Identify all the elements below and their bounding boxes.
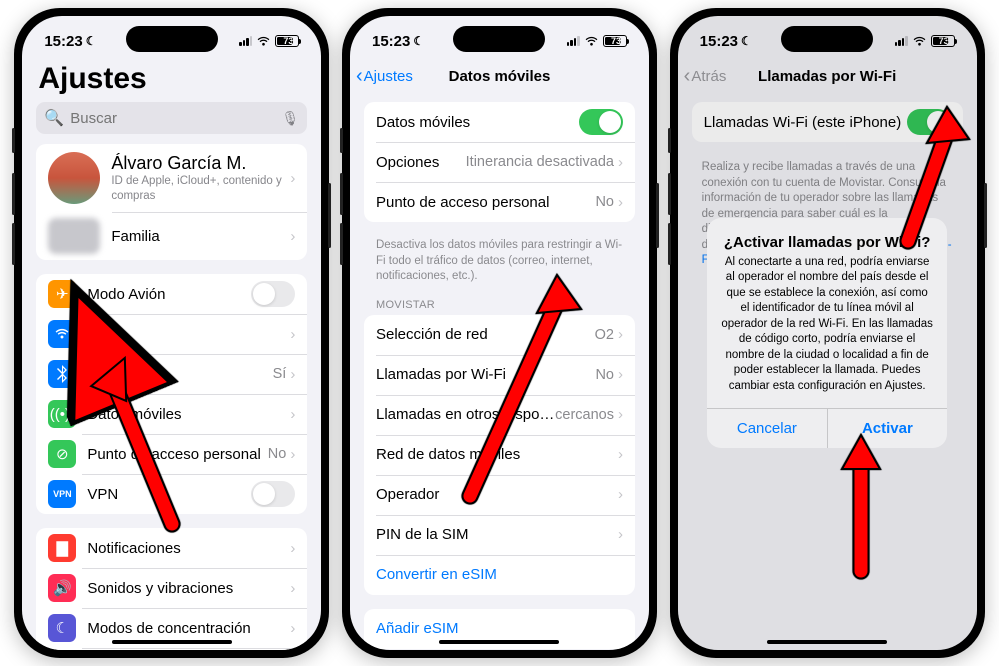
chevron-right-icon: › — [618, 486, 623, 503]
avatar — [48, 152, 100, 204]
profile-sub: ID de Apple, iCloud+, contenido y compra… — [111, 174, 290, 203]
sounds-cell[interactable]: 🔊 Sonidos y vibraciones › — [36, 568, 307, 608]
mobile-data-toggle[interactable] — [579, 109, 623, 135]
battery-icon: 73 — [275, 35, 299, 47]
chevron-right-icon: › — [290, 228, 295, 245]
home-indicator[interactable] — [112, 640, 232, 644]
search-icon: 🔍 — [44, 108, 64, 128]
wifi-icon — [256, 36, 271, 47]
bluetooth-cell[interactable]: Bluetooth Sí › — [36, 354, 307, 394]
cellular-signal-icon — [567, 36, 580, 46]
mobile-data-cell[interactable]: ((•)) Datos móviles › — [36, 394, 307, 434]
airplane-mode-cell[interactable]: ✈ Modo Avión — [36, 274, 307, 314]
convert-esim-cell[interactable]: Convertir en eSIM — [364, 555, 635, 595]
airplane-icon: ✈ — [48, 280, 76, 308]
phone-2: 15:23☾ 73 ‹Ajustes Datos móviles Datos m… — [342, 8, 657, 658]
confirm-alert: ¿Activar llamadas por Wi-Fi? Al conectar… — [707, 218, 947, 449]
chevron-right-icon: › — [290, 170, 295, 187]
airplane-toggle[interactable] — [251, 281, 295, 307]
chevron-right-icon: › — [290, 406, 295, 423]
home-indicator[interactable] — [439, 640, 559, 644]
mobile-data-switch-cell[interactable]: Datos móviles — [364, 102, 635, 142]
chevron-right-icon: › — [618, 366, 623, 383]
bell-icon: ▇ — [48, 534, 76, 562]
chevron-right-icon: › — [618, 194, 623, 211]
chevron-left-icon: ‹ — [356, 65, 363, 88]
family-cell[interactable]: Familia › — [36, 212, 307, 260]
data-network-cell[interactable]: Red de datos móviles› — [364, 435, 635, 475]
search-input[interactable] — [70, 110, 281, 127]
chevron-right-icon: › — [290, 620, 295, 637]
antenna-icon: ((•)) — [48, 400, 76, 428]
status-time: 15:23 — [44, 33, 82, 50]
cellular-signal-icon — [239, 36, 252, 46]
chevron-right-icon: › — [290, 326, 295, 343]
section-header-movistar: MOVISTAR — [350, 293, 649, 315]
chevron-right-icon: › — [618, 326, 623, 343]
chevron-right-icon: › — [618, 154, 623, 171]
dnd-moon-icon: ☾ — [86, 34, 97, 48]
back-button[interactable]: ‹Ajustes — [356, 65, 413, 88]
alert-activate-button[interactable]: Activar — [827, 409, 948, 448]
nav-title: Datos móviles — [449, 68, 551, 85]
notifications-cell[interactable]: ▇ Notificaciones › — [36, 528, 307, 568]
page-title: Ajustes — [22, 58, 321, 102]
search-field[interactable]: 🔍 🎙 — [36, 102, 307, 134]
dynamic-island — [453, 26, 545, 52]
mic-icon[interactable]: 🎙 — [282, 110, 300, 127]
screentime-cell[interactable]: ⏳ Tiempo de uso › — [36, 648, 307, 650]
chevron-right-icon: › — [290, 540, 295, 557]
calls-other-devices-cell[interactable]: Llamadas en otros dispositivos cercanos› — [364, 395, 635, 435]
wifi-icon — [584, 36, 599, 47]
vpn-toggle[interactable] — [251, 481, 295, 507]
family-avatars — [48, 218, 100, 254]
chevron-right-icon: › — [618, 406, 623, 423]
apple-id-cell[interactable]: Álvaro García M. ID de Apple, iCloud+, c… — [36, 144, 307, 212]
profile-name: Álvaro García M. — [111, 153, 290, 174]
chevron-right-icon: › — [290, 580, 295, 597]
chevron-right-icon: › — [290, 366, 295, 383]
network-selection-cell[interactable]: Selección de red O2› — [364, 315, 635, 355]
vpn-cell[interactable]: VPN VPN — [36, 474, 307, 514]
section-footer: Desactiva los datos móviles para restrin… — [350, 236, 649, 293]
moon-icon: ☾ — [48, 614, 76, 642]
alert-message: Al conectarte a una red, podría enviarse… — [721, 255, 933, 395]
battery-icon: 73 — [603, 35, 627, 47]
chevron-right-icon: › — [290, 446, 295, 463]
dnd-moon-icon: ☾ — [413, 34, 424, 48]
alert-title: ¿Activar llamadas por Wi-Fi? — [721, 234, 933, 251]
bluetooth-icon — [48, 360, 76, 388]
dynamic-island — [781, 26, 873, 52]
wifi-icon — [48, 320, 76, 348]
wifi-cell[interactable]: Wi-Fi › — [36, 314, 307, 354]
nav-bar: ‹Ajustes Datos móviles — [350, 58, 649, 94]
hotspot-cell[interactable]: ⊘ Punto de acceso personal No › — [36, 434, 307, 474]
phone-3: 15:23☾ 73 ‹Atrás Llamadas por Wi-Fi Llam… — [670, 8, 985, 658]
hotspot-cell[interactable]: Punto de acceso personal No› — [364, 182, 635, 222]
dynamic-island — [126, 26, 218, 52]
sim-pin-cell[interactable]: PIN de la SIM› — [364, 515, 635, 555]
alert-cancel-button[interactable]: Cancelar — [707, 409, 827, 448]
speaker-icon: 🔊 — [48, 574, 76, 602]
options-cell[interactable]: Opciones Itinerancia desactivada› — [364, 142, 635, 182]
carrier-cell[interactable]: Operador› — [364, 475, 635, 515]
chevron-right-icon: › — [618, 446, 623, 463]
chevron-right-icon: › — [618, 526, 623, 543]
wifi-calling-cell[interactable]: Llamadas por Wi-Fi No› — [364, 355, 635, 395]
alert-dimmer: ¿Activar llamadas por Wi-Fi? Al conectar… — [678, 16, 977, 650]
hotspot-icon: ⊘ — [48, 440, 76, 468]
vpn-icon: VPN — [48, 480, 76, 508]
phone-1: 15:23 ☾ 73 Ajustes 🔍 🎙 Álvaro García M. — [14, 8, 329, 658]
